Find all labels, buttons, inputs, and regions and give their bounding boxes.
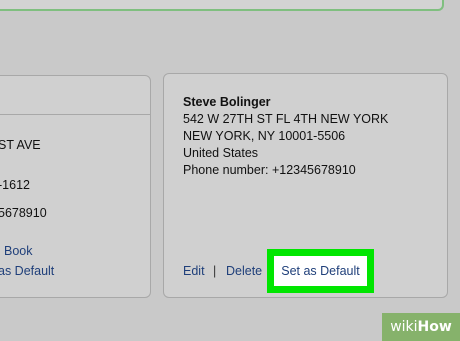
phone-fragment-left: -1612	[0, 178, 30, 192]
country: United States	[183, 146, 259, 160]
top-input-field[interactable]	[0, 0, 444, 11]
delete-link[interactable]: Delete	[226, 264, 262, 278]
logo-prefix: wiki	[390, 319, 418, 335]
logo-suffix: How	[417, 319, 452, 335]
card-header	[0, 76, 150, 115]
wikihow-logo: wiki How	[382, 313, 460, 341]
set-default-link-left[interactable]: as Default	[0, 264, 54, 278]
street-address: 542 W 27TH ST FL 4TH NEW YORK	[183, 112, 389, 126]
action-separator: |	[213, 264, 217, 278]
set-default-button[interactable]: Set as Default	[274, 256, 367, 286]
book-link[interactable]: Book	[4, 244, 33, 258]
edit-link[interactable]: Edit	[183, 264, 205, 278]
number-fragment-left: 5678910	[0, 206, 47, 220]
phone-number: Phone number: +12345678910	[183, 163, 356, 177]
address-line-left: ST AVE	[0, 138, 41, 152]
set-default-highlight[interactable]: Set as Default	[267, 249, 374, 293]
city-state-zip: NEW YORK, NY 10001-5506	[183, 129, 346, 143]
recipient-name: Steve Bolinger	[183, 95, 271, 109]
